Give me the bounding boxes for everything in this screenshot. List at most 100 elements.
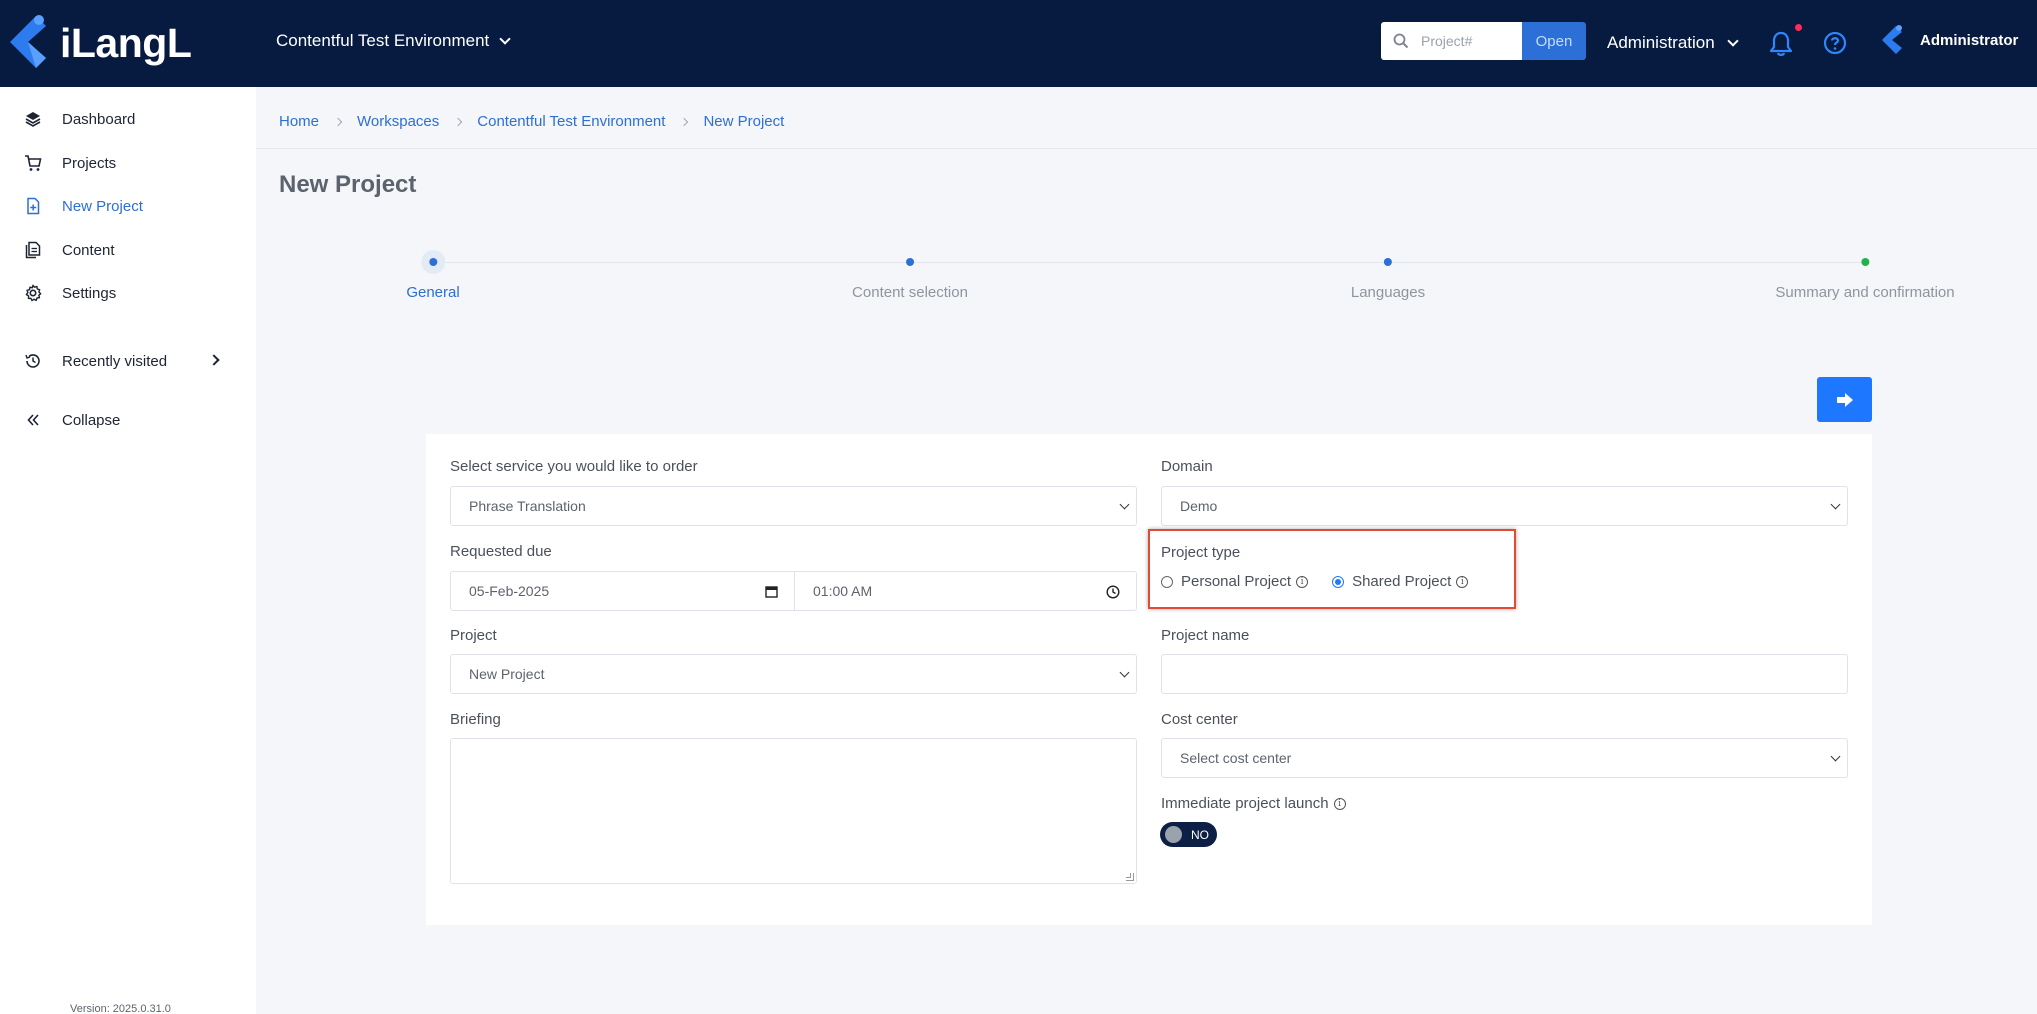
domain-label: Domain xyxy=(1161,458,1213,475)
personal-project-label[interactable]: Personal Project xyxy=(1181,573,1291,590)
next-step-button[interactable] xyxy=(1817,377,1872,422)
breadcrumb: Home Workspaces Contentful Test Environm… xyxy=(279,113,784,130)
clock-icon xyxy=(1106,585,1120,599)
step-general[interactable]: General xyxy=(406,250,460,301)
cost-center-label: Cost center xyxy=(1161,711,1238,728)
user-menu[interactable]: Administrator xyxy=(1880,24,2018,56)
chevron-down-icon xyxy=(1727,35,1739,47)
domain-select[interactable]: Demo xyxy=(1161,486,1848,526)
toggle-knob xyxy=(1165,826,1182,843)
toggle-state-label: NO xyxy=(1191,827,1209,842)
project-name-input[interactable] xyxy=(1180,666,1847,682)
breadcrumb-new-project[interactable]: New Project xyxy=(703,113,784,130)
chevron-right-icon xyxy=(454,117,463,126)
new-file-icon xyxy=(27,197,40,215)
project-type-highlight xyxy=(1148,529,1516,609)
sidebar-item-label: Dashboard xyxy=(62,110,136,128)
service-value: Phrase Translation xyxy=(469,498,586,514)
version-label: Version: 2025.0.31.0 xyxy=(70,1003,171,1014)
double-chevron-left-icon xyxy=(27,414,39,426)
sidebar-item-dashboard[interactable]: Dashboard xyxy=(24,110,135,128)
sidebar-item-label: Content xyxy=(62,241,115,259)
domain-value: Demo xyxy=(1180,498,1218,514)
step-dot xyxy=(1861,258,1869,266)
shared-project-label[interactable]: Shared Project xyxy=(1352,573,1451,590)
step-label: Content selection xyxy=(852,284,968,301)
history-icon xyxy=(25,354,40,368)
due-time-input[interactable]: 01:00 AM xyxy=(794,571,1137,611)
project-value: New Project xyxy=(469,666,545,682)
project-type-label: Project type xyxy=(1161,544,1241,561)
project-form: Select service you would like to order P… xyxy=(426,434,1872,925)
briefing-textarea[interactable] xyxy=(450,738,1137,884)
due-time-value: 01:00 AM xyxy=(813,583,873,599)
open-button[interactable]: Open xyxy=(1522,22,1586,60)
help-icon[interactable] xyxy=(1823,31,1847,55)
sidebar-item-projects[interactable]: Projects xyxy=(24,154,116,172)
step-summary[interactable]: Summary and confirmation xyxy=(1775,250,1955,301)
gear-icon xyxy=(25,284,42,302)
user-name: Administrator xyxy=(1920,31,2019,49)
logo-icon xyxy=(10,15,46,68)
project-label: Project xyxy=(450,627,497,644)
project-name-field[interactable] xyxy=(1161,654,1848,694)
step-label: General xyxy=(406,284,460,301)
service-select[interactable]: Phrase Translation xyxy=(450,486,1137,526)
page-title: New Project xyxy=(279,171,417,198)
info-icon[interactable]: i xyxy=(1296,575,1309,588)
info-icon[interactable]: i xyxy=(1333,797,1346,810)
sidebar-item-recently-visited[interactable]: Recently visited xyxy=(24,352,224,370)
sidebar-item-new-project[interactable]: New Project xyxy=(24,197,143,215)
sidebar-item-label: New Project xyxy=(62,197,143,215)
step-dot xyxy=(906,258,914,266)
notification-badge xyxy=(1795,24,1802,31)
shared-project-radio[interactable] xyxy=(1332,575,1345,588)
user-avatar-icon xyxy=(1882,25,1902,54)
chevron-right-icon xyxy=(208,354,220,366)
due-date-value: 05-Feb-2025 xyxy=(469,583,550,599)
cost-center-select[interactable]: Select cost center xyxy=(1161,738,1848,778)
sidebar-item-label: Settings xyxy=(62,284,117,302)
breadcrumb-workspaces[interactable]: Workspaces xyxy=(357,113,439,130)
administration-dropdown[interactable]: Administration xyxy=(1607,33,1739,53)
notifications-bell-icon[interactable] xyxy=(1768,24,1802,58)
documents-icon xyxy=(25,241,41,259)
sidebar-item-label: Recently visited xyxy=(62,352,168,370)
environment-label: Contentful Test Environment xyxy=(276,31,490,50)
due-date-input[interactable]: 05-Feb-2025 xyxy=(450,571,795,611)
immediate-launch-toggle[interactable]: NO xyxy=(1160,822,1217,847)
top-bar: iLangL Contentful Test Environment Open … xyxy=(0,0,2037,87)
chevron-right-icon xyxy=(680,117,689,126)
info-icon[interactable]: i xyxy=(1456,575,1469,588)
breadcrumb-home[interactable]: Home xyxy=(279,113,319,130)
sidebar: Dashboard Projects New Project Content S… xyxy=(0,87,256,1014)
project-select[interactable]: New Project xyxy=(450,654,1137,694)
step-dot xyxy=(429,258,437,266)
arrow-right-icon xyxy=(1836,392,1853,407)
step-languages[interactable]: Languages xyxy=(1351,250,1425,301)
search-icon xyxy=(1393,33,1409,49)
project-search xyxy=(1381,22,1522,60)
sidebar-collapse-button[interactable]: Collapse xyxy=(24,411,120,429)
project-name-label: Project name xyxy=(1161,627,1250,644)
resize-handle-icon[interactable] xyxy=(1126,873,1134,881)
chevron-down-icon xyxy=(499,33,511,45)
immediate-launch-label-row: Immediate project launch i xyxy=(1161,795,1346,812)
administration-label: Administration xyxy=(1607,33,1715,52)
sidebar-item-content[interactable]: Content xyxy=(24,241,115,259)
personal-project-radio[interactable] xyxy=(1161,575,1173,588)
sidebar-item-label: Projects xyxy=(62,154,117,172)
logo[interactable]: iLangL xyxy=(6,12,192,74)
sidebar-item-settings[interactable]: Settings xyxy=(24,284,116,302)
cart-icon xyxy=(25,155,42,171)
step-dot xyxy=(1384,258,1392,266)
service-label: Select service you would like to order xyxy=(450,458,698,475)
divider xyxy=(256,148,2037,149)
step-content-selection[interactable]: Content selection xyxy=(852,250,968,301)
stepper-track xyxy=(434,262,1865,263)
immediate-launch-label: Immediate project launch xyxy=(1161,795,1329,812)
environment-dropdown[interactable]: Contentful Test Environment xyxy=(276,31,511,51)
sidebar-item-label: Collapse xyxy=(62,411,121,429)
breadcrumb-environment[interactable]: Contentful Test Environment xyxy=(477,113,665,130)
briefing-label: Briefing xyxy=(450,711,501,728)
